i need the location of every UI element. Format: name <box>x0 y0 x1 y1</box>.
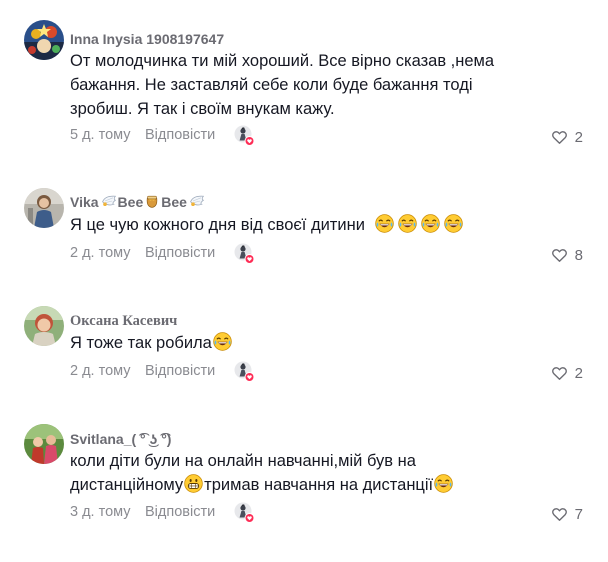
username-part: Bee <box>161 194 187 210</box>
comment-text-line: зробиш. Я так і своїм внукам кажу. <box>70 100 335 118</box>
comment-meta: 5 д. тому Відповісти <box>70 123 215 147</box>
comment-text-line: Я це чую кожного дня від своєї дитини <box>70 216 365 234</box>
like-button[interactable]: 8 <box>551 243 583 267</box>
comment-text-line: Я тоже так робила <box>70 334 212 352</box>
reply-button[interactable]: Відповісти <box>145 363 215 379</box>
timestamp: 2 д. тому <box>70 363 131 379</box>
comment-text: От молодчинка ти мій хороший. Все вірно … <box>70 49 540 121</box>
comment-text-line: коли діти були на онлайн навчанні,мій бу… <box>70 452 416 470</box>
like-button[interactable]: 2 <box>551 125 583 149</box>
reply-button[interactable]: Відповісти <box>145 127 215 143</box>
wing-emoji <box>189 193 205 209</box>
like-count: 8 <box>574 246 583 264</box>
comment-text: Я тоже так робила <box>70 331 540 355</box>
comment-text: Я це чую кожного дня від своєї дитини <box>70 213 540 237</box>
comment-text-line: дистанційному тримав навчання на дистанці… <box>70 473 540 497</box>
comment-text: коли діти були на онлайн навчанні,мій бу… <box>70 449 540 497</box>
laugh-cry-emoji <box>398 214 417 233</box>
timestamp: 2 д. тому <box>70 245 131 261</box>
username-part: Vika <box>70 194 99 210</box>
wing-emoji <box>101 193 117 209</box>
laugh-cry-emoji <box>444 214 463 233</box>
like-button[interactable]: 7 <box>551 502 583 526</box>
username-part: Bee <box>117 194 144 210</box>
creator-liked-icon <box>234 501 256 525</box>
reply-button[interactable]: Відповісти <box>145 245 215 261</box>
avatar[interactable] <box>24 20 64 60</box>
like-count: 7 <box>574 505 583 523</box>
creator-liked-icon <box>234 242 256 266</box>
laugh-cry-emoji <box>421 214 440 233</box>
avatar[interactable] <box>24 424 64 464</box>
like-count: 2 <box>574 128 583 146</box>
heart-outline-icon <box>551 129 568 146</box>
comment-text-line: бажання. Не заставляй себе коли буде баж… <box>70 76 473 94</box>
username[interactable]: Svitlana_( ͡° ͜ʖ ͡°) <box>70 430 171 448</box>
comment-text-line: От молодчинка ти мій хороший. Все вірно … <box>70 52 495 70</box>
timestamp: 3 д. тому <box>70 504 131 520</box>
comment-meta: 3 д. тому Відповісти <box>70 500 215 524</box>
creator-liked-icon <box>234 124 256 148</box>
heart-outline-icon <box>551 247 568 264</box>
laugh-cry-emoji <box>375 214 394 233</box>
timestamp: 5 д. тому <box>70 127 131 143</box>
heart-outline-icon <box>551 506 568 523</box>
username[interactable]: Vika Bee Bee <box>70 193 206 211</box>
username[interactable]: Оксана Касевич <box>70 312 177 330</box>
laugh-cry-emoji <box>434 474 453 493</box>
username[interactable]: Inna Inysia 1908197647 <box>70 30 224 48</box>
grin-emoji <box>184 474 203 493</box>
avatar[interactable] <box>24 306 64 346</box>
creator-liked-icon <box>234 360 256 384</box>
like-count: 2 <box>574 364 583 382</box>
honey-pot-emoji <box>144 193 160 209</box>
like-button[interactable]: 2 <box>551 361 583 385</box>
reply-button[interactable]: Відповісти <box>145 504 215 520</box>
comment-meta: 2 д. тому Відповісти <box>70 359 215 383</box>
comment-meta: 2 д. тому Відповісти <box>70 241 215 265</box>
comment-text-segment: дистанційному <box>70 476 184 494</box>
laugh-cry-emoji <box>213 332 232 351</box>
comment-text-segment: тримав навчання на дистанції <box>204 476 434 494</box>
avatar[interactable] <box>24 188 64 228</box>
heart-outline-icon <box>551 365 568 382</box>
